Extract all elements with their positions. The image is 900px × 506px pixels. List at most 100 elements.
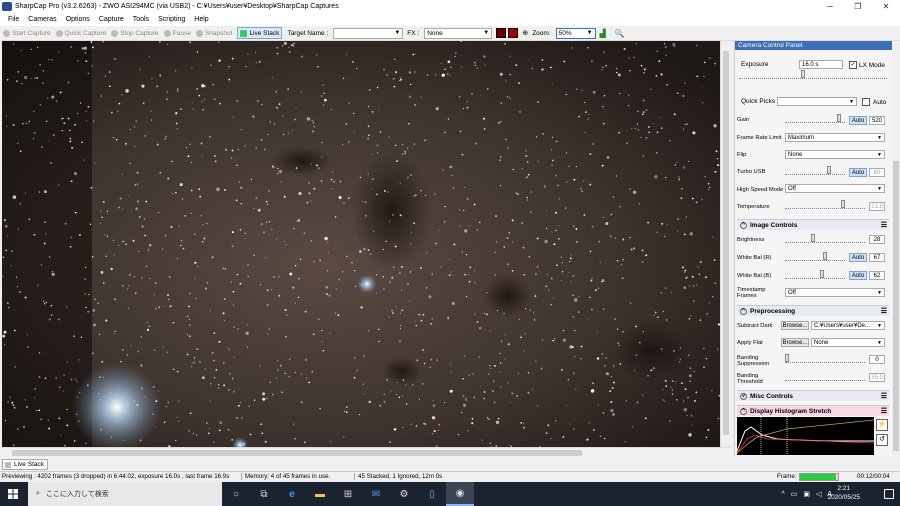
wb-r-slider[interactable] bbox=[785, 252, 845, 261]
image-horizontal-scrollbar[interactable] bbox=[2, 447, 730, 457]
slider-knob[interactable] bbox=[823, 252, 827, 260]
timestamp-select[interactable]: Off ▼ bbox=[785, 288, 885, 297]
zoom-icon[interactable]: ⊕ bbox=[522, 29, 529, 37]
volume-icon[interactable]: ◁ bbox=[816, 490, 821, 498]
slider-knob[interactable] bbox=[827, 166, 831, 174]
minimize-button[interactable]: ─ bbox=[816, 0, 844, 13]
banding-suppression-value[interactable]: 0 bbox=[869, 355, 885, 364]
file-explorer-icon[interactable]: ▬ bbox=[306, 482, 334, 506]
subtract-dark-select[interactable]: C:¥Users¥user¥De... ▼ bbox=[811, 321, 885, 330]
menu-options[interactable]: Options bbox=[66, 16, 90, 23]
settings-icon[interactable]: ⚙ bbox=[390, 482, 418, 506]
subtract-dark-browse-button[interactable]: Browse... bbox=[781, 321, 809, 330]
wb-b-auto-button[interactable]: Auto bbox=[849, 271, 867, 280]
notification-icon[interactable] bbox=[884, 489, 894, 499]
hamburger-menu-icon[interactable]: ☰ bbox=[881, 392, 887, 400]
target-name-input[interactable]: ▼ bbox=[333, 27, 404, 39]
lightning-icon[interactable]: ⚡ bbox=[876, 419, 888, 431]
quick-capture-button[interactable]: Quick Capture bbox=[55, 29, 106, 37]
reset-icon[interactable]: ↺ bbox=[876, 434, 888, 446]
maximize-button[interactable]: ❐ bbox=[844, 0, 872, 13]
color-swatch-icon[interactable] bbox=[496, 28, 507, 38]
slider-knob[interactable] bbox=[811, 234, 815, 242]
close-button[interactable]: ✕ bbox=[872, 0, 900, 13]
menu-scripting[interactable]: Scripting bbox=[158, 16, 185, 23]
battery-icon[interactable]: ▭ bbox=[791, 490, 798, 498]
wb-r-auto-button[interactable]: Auto bbox=[849, 253, 867, 262]
preprocessing-section[interactable]: ^ Preprocessing ☰ bbox=[737, 305, 889, 316]
phone-icon[interactable]: ▯ bbox=[418, 482, 446, 506]
wb-b-slider[interactable] bbox=[785, 270, 845, 279]
cortana-icon[interactable]: ○ bbox=[222, 482, 250, 506]
menu-cameras[interactable]: Cameras bbox=[28, 16, 56, 23]
mail-icon[interactable]: ✉ bbox=[362, 482, 390, 506]
menu-capture[interactable]: Capture bbox=[99, 16, 124, 23]
turbo-usb-value[interactable]: 80 bbox=[869, 168, 885, 177]
exposure-input[interactable]: 16.0 s bbox=[799, 60, 843, 69]
gain-slider[interactable] bbox=[785, 114, 845, 123]
high-speed-select[interactable]: Off ▼ bbox=[785, 184, 885, 193]
magnifier-icon[interactable]: 🔍 bbox=[615, 29, 625, 38]
reticle-icon[interactable] bbox=[508, 28, 519, 38]
chevron-up-icon[interactable]: ^ bbox=[781, 491, 784, 498]
start-capture-button[interactable]: Start Capture bbox=[3, 29, 51, 37]
lx-mode-checkbox[interactable]: ✓ bbox=[849, 61, 857, 69]
store-icon[interactable]: ⊞ bbox=[334, 482, 362, 506]
expand-icon[interactable]: v bbox=[740, 392, 747, 400]
panel-scrollbar[interactable] bbox=[892, 41, 900, 456]
gain-auto-button[interactable]: Auto bbox=[849, 116, 867, 125]
live-image-view[interactable] bbox=[2, 41, 720, 447]
live-stack-button[interactable]: Live Stack bbox=[237, 27, 283, 39]
collapse-icon[interactable]: ^ bbox=[740, 307, 747, 315]
image-controls-section[interactable]: ^ Image Controls ☰ bbox=[737, 219, 889, 230]
image-vertical-scrollbar[interactable] bbox=[720, 41, 730, 447]
hamburger-menu-icon[interactable]: ☰ bbox=[881, 307, 887, 315]
slider-knob[interactable] bbox=[801, 70, 805, 78]
brightness-value[interactable]: 28 bbox=[869, 235, 885, 244]
flip-select[interactable]: None ▼ bbox=[785, 150, 885, 159]
task-view-icon[interactable]: ⧉ bbox=[250, 482, 278, 506]
histogram-display[interactable] bbox=[736, 417, 875, 455]
stop-capture-button[interactable]: Stop Capture bbox=[111, 29, 159, 37]
scrollbar-thumb[interactable] bbox=[723, 51, 729, 435]
menu-help[interactable]: Help bbox=[194, 16, 208, 23]
zoom-select[interactable]: 50% ▼ bbox=[555, 27, 596, 39]
slider-knob[interactable] bbox=[785, 354, 789, 362]
menu-file[interactable]: File bbox=[8, 16, 19, 23]
snapshot-button[interactable]: Snapshot bbox=[195, 29, 232, 37]
exposure-slider[interactable] bbox=[739, 70, 887, 79]
quick-picks-auto-checkbox[interactable] bbox=[862, 98, 870, 106]
apply-flat-select[interactable]: None ▼ bbox=[811, 338, 885, 347]
scrollbar-thumb[interactable] bbox=[12, 450, 582, 456]
frame-rate-select[interactable]: Maximum ▼ bbox=[785, 133, 885, 142]
edge-icon[interactable]: e bbox=[278, 482, 306, 506]
wb-r-value[interactable]: 67 bbox=[869, 253, 885, 262]
menu-tools[interactable]: Tools bbox=[133, 16, 149, 23]
hamburger-menu-icon[interactable]: ☰ bbox=[881, 221, 887, 229]
gain-value[interactable]: 520 bbox=[869, 116, 885, 125]
collapse-icon[interactable]: ^ bbox=[740, 407, 747, 415]
collapse-icon[interactable]: ^ bbox=[740, 221, 747, 229]
network-icon[interactable]: ▣ bbox=[803, 490, 810, 498]
brightness-slider[interactable] bbox=[785, 234, 865, 243]
slider-knob[interactable] bbox=[837, 114, 841, 122]
histogram-icon[interactable]: ▟ bbox=[600, 29, 609, 38]
sharpcap-taskbar-icon[interactable]: ◉ bbox=[446, 482, 474, 506]
slider-knob[interactable] bbox=[820, 270, 824, 278]
misc-controls-section[interactable]: v Misc Controls ☰ bbox=[737, 390, 889, 401]
live-stack-tab[interactable]: Live Stack bbox=[2, 459, 48, 470]
turbo-usb-auto-button[interactable]: Auto bbox=[849, 168, 867, 177]
banding-suppression-slider[interactable] bbox=[785, 354, 865, 363]
taskbar-search-box[interactable]: ⌕ ここに入力して検索 bbox=[28, 482, 222, 506]
wb-b-value[interactable]: 62 bbox=[869, 271, 885, 280]
pause-button[interactable]: Pause bbox=[163, 29, 191, 37]
fx-select[interactable]: None ▼ bbox=[424, 27, 493, 39]
apply-flat-browse-button[interactable]: Browse... bbox=[781, 338, 809, 347]
histogram-stretch-section[interactable]: ^ Display Histogram Stretch ☰ bbox=[737, 405, 889, 416]
start-button[interactable] bbox=[0, 482, 26, 506]
turbo-usb-slider[interactable] bbox=[785, 166, 845, 175]
quick-picks-select[interactable]: ▼ bbox=[777, 97, 857, 106]
taskbar-clock[interactable]: 2:21 2020/05/25 bbox=[827, 484, 860, 502]
hamburger-menu-icon[interactable]: ☰ bbox=[881, 407, 887, 415]
scrollbar-thumb[interactable] bbox=[893, 161, 899, 451]
